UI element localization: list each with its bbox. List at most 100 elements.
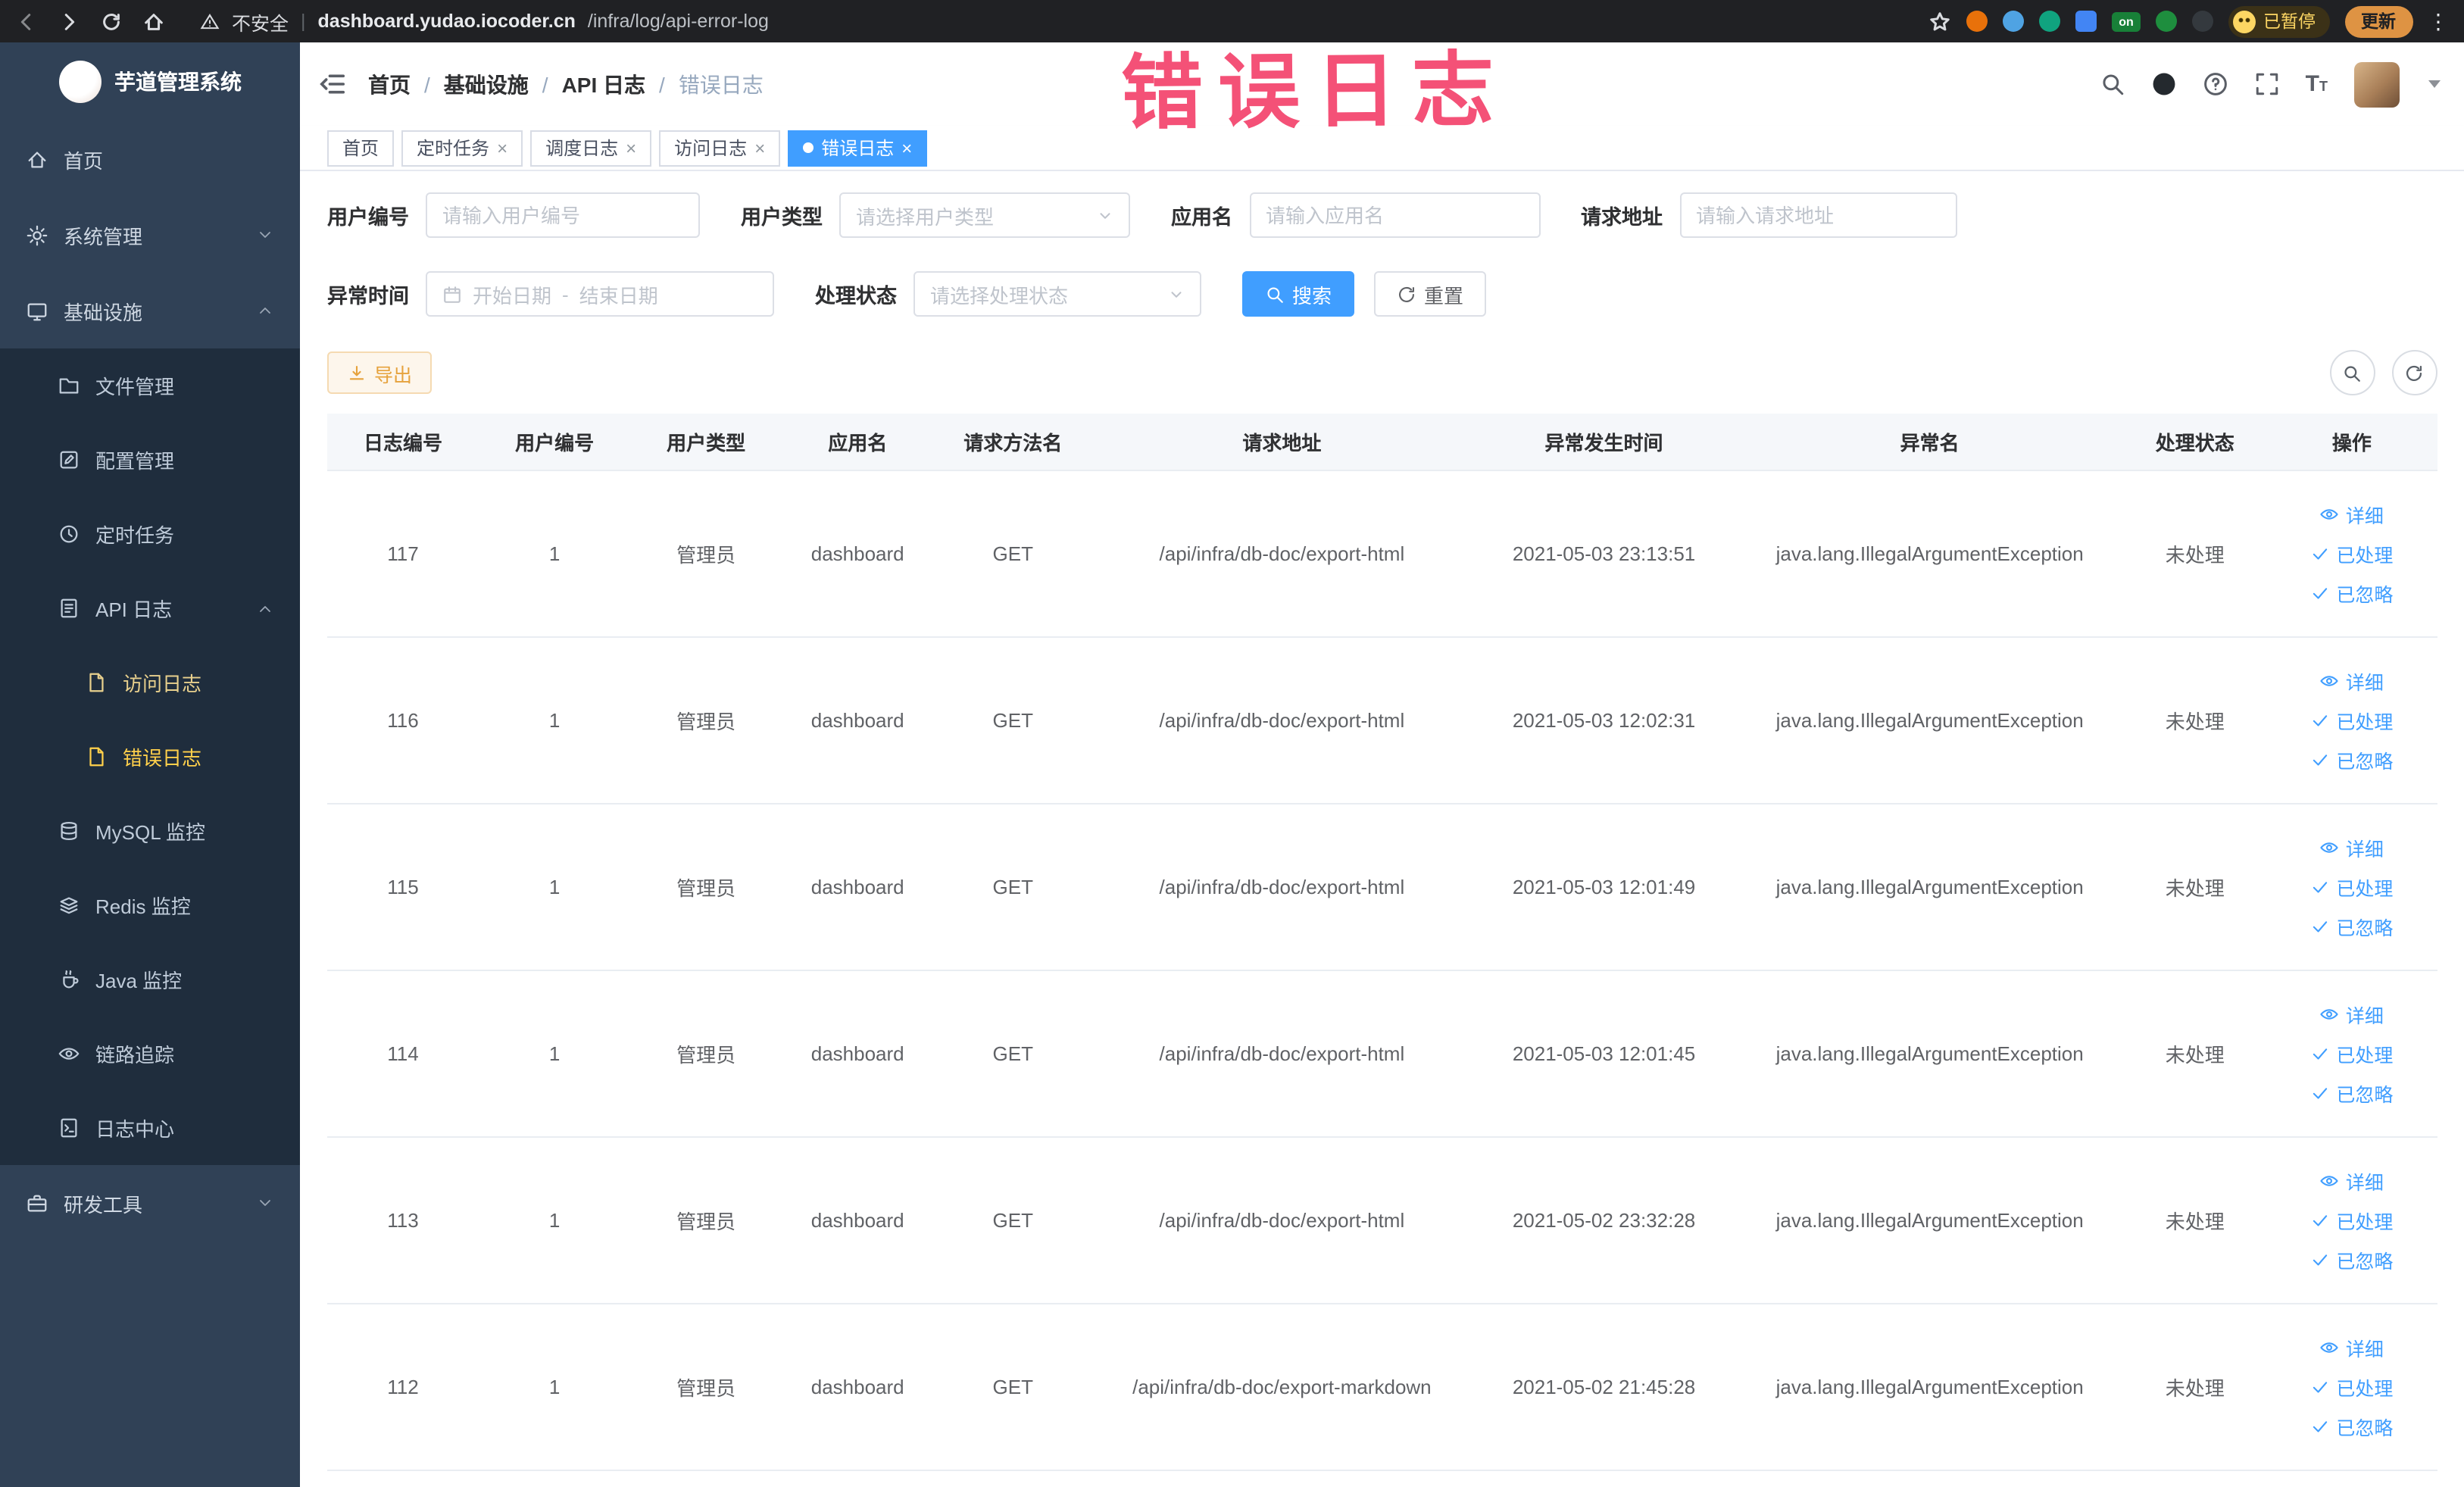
user-type-select[interactable]: 请选择用户类型 bbox=[839, 192, 1130, 238]
sidebar-item-file-manage[interactable]: 文件管理 bbox=[0, 348, 300, 423]
action-detail[interactable]: 详细 bbox=[2267, 1161, 2437, 1200]
sidebar-item-dev-tools[interactable]: 研发工具 bbox=[0, 1165, 300, 1241]
cell-status: 未处理 bbox=[2122, 803, 2267, 970]
close-icon[interactable]: × bbox=[497, 139, 507, 157]
breadcrumb-item[interactable]: 基础设施 bbox=[444, 69, 529, 99]
action-ignored[interactable]: 已忽略 bbox=[2267, 1073, 2437, 1112]
reload-icon[interactable] bbox=[100, 10, 123, 33]
sidebar-item-log-center[interactable]: 日志中心 bbox=[0, 1091, 300, 1165]
logo-avatar bbox=[58, 61, 101, 103]
cell-exception: java.lang.IllegalArgumentException bbox=[1736, 1303, 2123, 1470]
sidebar-item-config-manage[interactable]: 配置管理 bbox=[0, 423, 300, 497]
breadcrumb-separator: / bbox=[659, 72, 665, 96]
check-icon bbox=[2313, 1048, 2328, 1059]
forward-icon[interactable] bbox=[58, 10, 80, 33]
cell-app_name: dashboard bbox=[782, 1303, 934, 1470]
action-processed[interactable]: 已处理 bbox=[2267, 867, 2437, 906]
font-size-icon[interactable]: TT bbox=[2306, 73, 2328, 95]
toggle-search-button[interactable] bbox=[2329, 350, 2375, 395]
action-detail[interactable]: 详细 bbox=[2267, 494, 2437, 533]
sidebar-item-label: 首页 bbox=[64, 149, 104, 172]
github-icon[interactable] bbox=[2151, 71, 2177, 97]
user-id-label: 用户编号 bbox=[327, 206, 409, 229]
eye-icon bbox=[58, 1048, 80, 1060]
breadcrumb-item[interactable]: 首页 bbox=[368, 69, 411, 99]
action-detail[interactable]: 详细 bbox=[2267, 827, 2437, 867]
fullscreen-icon[interactable] bbox=[2254, 71, 2280, 97]
sidebar-item-api-log[interactable]: API 日志 bbox=[0, 571, 300, 645]
home-icon bbox=[28, 151, 46, 167]
eye-icon bbox=[2321, 1008, 2339, 1019]
tab-scheduled-jobs[interactable]: 定时任务 × bbox=[401, 130, 523, 166]
export-button[interactable]: 导出 bbox=[327, 351, 433, 394]
search-icon[interactable] bbox=[2100, 71, 2125, 97]
sidebar-item-redis-monitor[interactable]: Redis 监控 bbox=[0, 868, 300, 942]
chrome-toolbar-right: on 已暂停 更新 ⋮ bbox=[1928, 5, 2449, 37]
col-log-id: 日志编号 bbox=[327, 414, 479, 470]
profile-paused-badge[interactable]: 已暂停 bbox=[2228, 5, 2329, 37]
url-domain[interactable]: dashboard.yudao.iocoder.cn bbox=[318, 11, 576, 32]
back-icon[interactable] bbox=[15, 10, 38, 33]
extension-icon-dark[interactable] bbox=[2192, 11, 2213, 32]
close-icon[interactable]: × bbox=[901, 139, 912, 157]
sidebar-item-system[interactable]: 系统管理 bbox=[0, 197, 300, 273]
chrome-update-button[interactable]: 更新 bbox=[2344, 5, 2412, 37]
sidebar-item-home[interactable]: 首页 bbox=[0, 121, 300, 197]
cell-id: 117 bbox=[327, 470, 479, 637]
address-bar[interactable]: 不安全 | dashboard.yudao.iocoder.cn /infra/… bbox=[200, 7, 1909, 36]
action-detail[interactable]: 详细 bbox=[2267, 994, 2437, 1033]
sidebar-item-scheduled-jobs[interactable]: 定时任务 bbox=[0, 497, 300, 571]
sidebar-item-trace[interactable]: 链路追踪 bbox=[0, 1017, 300, 1091]
extension-icon-teal[interactable] bbox=[2039, 11, 2060, 32]
reset-button[interactable]: 重置 bbox=[1374, 271, 1487, 317]
tab-error-log[interactable]: 错误日志 × bbox=[788, 130, 928, 166]
tab-schedule-log[interactable]: 调度日志 × bbox=[530, 130, 652, 166]
chrome-menu-icon[interactable]: ⋮ bbox=[2428, 11, 2449, 32]
action-ignored[interactable]: 已忽略 bbox=[2267, 1406, 2437, 1445]
refresh-table-button[interactable] bbox=[2391, 350, 2437, 395]
action-detail[interactable]: 详细 bbox=[2267, 661, 2437, 700]
extension-icon-green[interactable] bbox=[2156, 11, 2177, 32]
breadcrumb-item[interactable]: API 日志 bbox=[562, 69, 645, 99]
action-processed[interactable]: 已处理 bbox=[2267, 1033, 2437, 1073]
sidebar-item-access-log[interactable]: 访问日志 bbox=[0, 645, 300, 720]
url-path[interactable]: /infra/log/api-error-log bbox=[588, 11, 769, 32]
sidebar-item-java-monitor[interactable]: Java 监控 bbox=[0, 942, 300, 1017]
extension-icon-on-badge[interactable]: on bbox=[2112, 11, 2141, 31]
cell-time: 2021-05-03 23:13:51 bbox=[1471, 470, 1737, 637]
app-title: 芋道管理系统 bbox=[114, 70, 242, 94]
sidebar-fold-icon[interactable] bbox=[318, 70, 347, 98]
bookmark-star-icon[interactable] bbox=[1928, 10, 1951, 33]
exception-time-range-picker[interactable]: 开始日期 - 结束日期 bbox=[426, 271, 774, 317]
security-label[interactable]: 不安全 bbox=[232, 7, 289, 36]
sidebar-item-infra[interactable]: 基础设施 bbox=[0, 273, 300, 348]
process-status-select[interactable]: 请选择处理状态 bbox=[913, 271, 1201, 317]
action-ignored[interactable]: 已忽略 bbox=[2267, 739, 2437, 779]
action-ignored[interactable]: 已忽略 bbox=[2267, 573, 2437, 612]
tab-access-log[interactable]: 访问日志 × bbox=[659, 130, 781, 166]
user-avatar[interactable] bbox=[2353, 61, 2399, 107]
close-icon[interactable]: × bbox=[626, 139, 636, 157]
action-processed[interactable]: 已处理 bbox=[2267, 533, 2437, 573]
action-processed[interactable]: 已处理 bbox=[2267, 1200, 2437, 1239]
close-icon[interactable]: × bbox=[754, 139, 765, 157]
home-icon[interactable] bbox=[142, 10, 165, 33]
help-icon[interactable] bbox=[2203, 71, 2228, 97]
cell-app_name: dashboard bbox=[782, 803, 934, 970]
extension-icon-grid[interactable] bbox=[2075, 11, 2097, 32]
tab-home[interactable]: 首页 bbox=[327, 130, 395, 166]
sidebar-item-mysql-monitor[interactable]: MySQL 监控 bbox=[0, 794, 300, 868]
extension-icon-blue-drop[interactable] bbox=[2003, 11, 2024, 32]
action-processed[interactable]: 已处理 bbox=[2267, 700, 2437, 739]
app-name-input[interactable] bbox=[1249, 192, 1540, 238]
avatar-caret-icon[interactable] bbox=[2428, 80, 2440, 88]
user-id-input[interactable] bbox=[426, 192, 700, 238]
sidebar-item-error-log[interactable]: 错误日志 bbox=[0, 720, 300, 794]
search-button[interactable]: 搜索 bbox=[1242, 271, 1355, 317]
action-ignored[interactable]: 已忽略 bbox=[2267, 1239, 2437, 1279]
action-processed[interactable]: 已处理 bbox=[2267, 1367, 2437, 1406]
request-url-input[interactable] bbox=[1679, 192, 1957, 238]
action-ignored[interactable]: 已忽略 bbox=[2267, 906, 2437, 945]
action-detail[interactable]: 详细 bbox=[2267, 1327, 2437, 1367]
extension-icon-orange[interactable] bbox=[1966, 11, 1988, 32]
